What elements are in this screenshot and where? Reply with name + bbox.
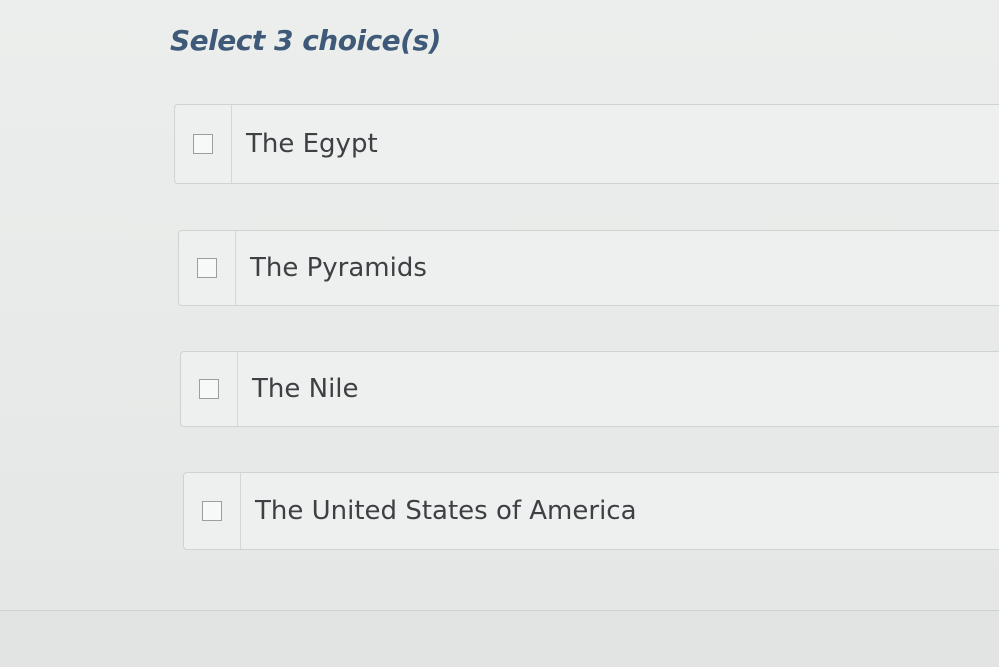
checkbox[interactable] — [197, 258, 217, 278]
checkbox-cell — [175, 105, 232, 183]
choice-option-egypt[interactable]: The Egypt — [174, 104, 999, 184]
checkbox[interactable] — [199, 379, 219, 399]
checkbox-cell — [181, 352, 238, 426]
choice-list: The Egypt The Pyramids The Nile The Unit… — [0, 0, 999, 667]
footer-area — [0, 611, 999, 667]
choice-option-pyramids[interactable]: The Pyramids — [178, 230, 999, 306]
choice-option-usa[interactable]: The United States of America — [183, 472, 999, 550]
choice-label: The United States of America — [255, 496, 637, 526]
choice-label: The Nile — [252, 374, 359, 404]
choice-label: The Egypt — [246, 129, 378, 159]
checkbox[interactable] — [193, 134, 213, 154]
checkbox-cell — [184, 473, 241, 549]
choice-option-nile[interactable]: The Nile — [180, 351, 999, 427]
choice-label: The Pyramids — [250, 253, 427, 283]
checkbox-cell — [179, 231, 236, 305]
checkbox[interactable] — [202, 501, 222, 521]
